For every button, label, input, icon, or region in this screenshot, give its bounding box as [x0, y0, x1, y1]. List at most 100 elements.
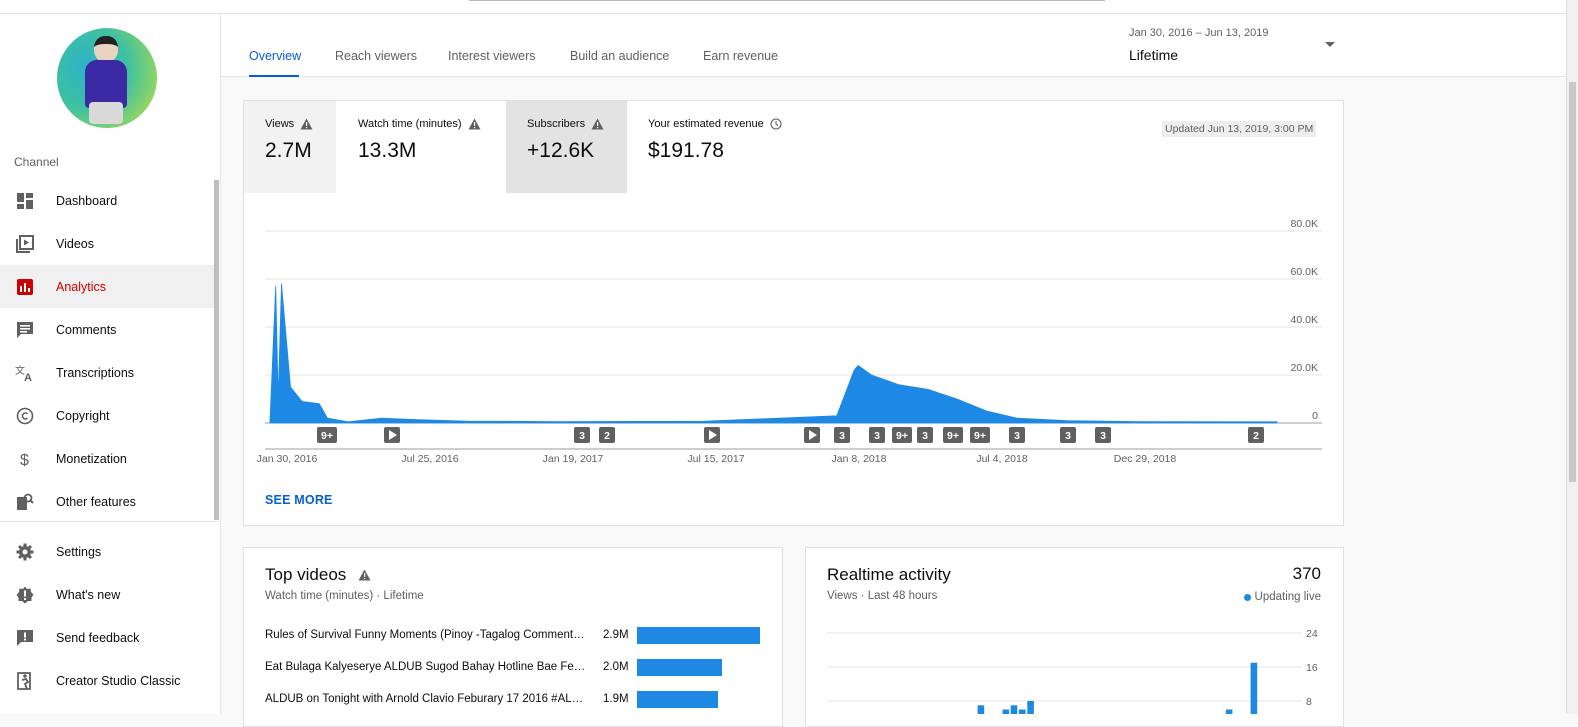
- sidebar-item-label: Dashboard: [56, 194, 117, 208]
- metric-value: 13.3M: [358, 139, 416, 163]
- x-tick-label: Jul 25, 2016: [401, 453, 458, 465]
- metric-views[interactable]: Views 2.7M: [244, 101, 336, 193]
- realtime-count: 370: [1293, 564, 1321, 584]
- realtime-bar: [978, 705, 985, 714]
- y-tick-label: 16: [1306, 662, 1318, 674]
- tab-interest-viewers[interactable]: Interest viewers: [448, 49, 536, 63]
- dollar-icon: $: [15, 449, 35, 469]
- tab-reach-viewers[interactable]: Reach viewers: [335, 49, 417, 63]
- date-range: Jan 30, 2016 – Jun 13, 2019: [1129, 27, 1268, 39]
- realtime-bar: [1011, 705, 1018, 714]
- sidebar-item-other-features[interactable]: Other features: [0, 480, 214, 523]
- sidebar-item-whats-new[interactable]: What's new: [0, 573, 214, 616]
- metric-label: Subscribers: [527, 118, 585, 130]
- annotation-marker: 3: [574, 427, 590, 443]
- video-watch-time: 1.9M: [603, 693, 629, 705]
- sidebar-item-label: Monetization: [56, 452, 127, 466]
- metric-value: $191.78: [648, 139, 724, 163]
- analytics-icon: [15, 277, 35, 297]
- channel-avatar[interactable]: [57, 28, 157, 128]
- metric-value: +12.6K: [527, 139, 594, 163]
- annotation-label: 9+: [947, 430, 959, 442]
- sidebar-item-videos[interactable]: Videos: [0, 222, 214, 265]
- y-tick-label: 24: [1306, 628, 1318, 640]
- sidebar-item-dashboard[interactable]: Dashboard: [0, 179, 214, 222]
- sidebar-item-label: Send feedback: [56, 631, 139, 645]
- sidebar-item-copyright[interactable]: Copyright: [0, 394, 214, 437]
- metric-label: Your estimated revenue: [648, 118, 764, 130]
- dashboard-icon: [15, 191, 35, 211]
- video-title[interactable]: Rules of Survival Funny Moments (Pinoy -…: [265, 629, 590, 641]
- x-tick-label: Dec 29, 2018: [1114, 453, 1177, 465]
- overview-card: Views 2.7M Watch time (minutes) 13.3M Su…: [243, 100, 1344, 526]
- annotation-label: 3: [1014, 430, 1020, 442]
- x-tick-label: Jul 15, 2017: [687, 453, 744, 465]
- card-subtitle: Views · Last 48 hours: [827, 590, 937, 602]
- sidebar-item-label: Videos: [56, 237, 94, 251]
- metric-watch-time[interactable]: Watch time (minutes) 13.3M: [337, 101, 505, 193]
- sidebar-item-analytics[interactable]: Analytics: [0, 265, 214, 308]
- annotation-marker: 2: [1248, 427, 1264, 443]
- sidebar: Channel Dashboard Videos Analytics Comme…: [0, 14, 221, 714]
- tab-earn-revenue[interactable]: Earn revenue: [703, 49, 778, 63]
- sidebar-item-comments[interactable]: Comments: [0, 308, 214, 351]
- channel-label: Channel: [14, 155, 59, 169]
- whats-new-icon: [15, 585, 35, 605]
- y-tick-label: 20.0K: [1291, 362, 1318, 374]
- sidebar-divider: [0, 521, 220, 522]
- annotation-marker: 3: [1060, 427, 1076, 443]
- sidebar-item-label: Other features: [56, 495, 136, 509]
- annotation-marker: [704, 427, 720, 443]
- metric-subscribers[interactable]: Subscribers +12.6K: [506, 101, 627, 193]
- video-title[interactable]: ALDUB on Tonight with Arnold Clavio Febu…: [265, 693, 590, 705]
- page-scrollbar[interactable]: [1566, 0, 1578, 714]
- annotation-marker: 3: [834, 427, 850, 443]
- tab-overview[interactable]: Overview: [249, 49, 301, 63]
- live-status: Updating live: [1244, 591, 1321, 603]
- see-more-link[interactable]: SEE MORE: [265, 493, 333, 507]
- search-bar[interactable]: [469, 0, 1105, 1]
- feedback-icon: [15, 628, 35, 648]
- video-title[interactable]: Eat Bulaga Kalyeserye ALDUB Sugod Bahay …: [265, 661, 590, 673]
- top-video-row[interactable]: Rules of Survival Funny Moments (Pinoy -…: [265, 627, 765, 647]
- realtime-bar: [1027, 701, 1034, 714]
- annotation-label: 3: [1065, 430, 1071, 442]
- sidebar-item-send-feedback[interactable]: Send feedback: [0, 616, 214, 659]
- sidebar-item-label: Transcriptions: [56, 366, 134, 380]
- annotation-label: 3: [579, 430, 585, 442]
- tab-build-an-audience[interactable]: Build an audience: [570, 49, 669, 63]
- sidebar-item-label: Comments: [56, 323, 116, 337]
- y-tick-label: 8: [1306, 696, 1312, 708]
- top-bar: [0, 0, 1566, 14]
- top-video-row[interactable]: Eat Bulaga Kalyeserye ALDUB Sugod Bahay …: [265, 659, 765, 679]
- sidebar-item-creator-studio-classic[interactable]: Creator Studio Classic: [0, 659, 214, 702]
- annotation-marker: 9+: [892, 427, 912, 443]
- realtime-bar: [1003, 710, 1010, 715]
- realtime-bar: [1251, 663, 1258, 714]
- sidebar-scrollbar[interactable]: [214, 180, 219, 520]
- metric-estimated-revenue[interactable]: Your estimated revenue $191.78: [627, 101, 807, 193]
- metric-label: Views: [265, 118, 294, 130]
- annotation-marker: 3: [1009, 427, 1025, 443]
- exit-icon: [15, 671, 35, 691]
- annotation-label: 2: [604, 430, 610, 442]
- video-bar: [637, 627, 760, 644]
- annotation-label: 9+: [974, 430, 986, 442]
- card-title: Realtime activity: [827, 565, 951, 585]
- chevron-down-icon: [1325, 42, 1335, 47]
- sidebar-item-settings[interactable]: Settings: [0, 530, 214, 573]
- metric-label: Watch time (minutes): [358, 118, 462, 130]
- copyright-icon: [15, 406, 35, 426]
- sidebar-item-monetization[interactable]: $ Monetization: [0, 437, 214, 480]
- period-select: Lifetime: [1129, 47, 1178, 63]
- sidebar-item-label: What's new: [56, 588, 120, 602]
- metric-value: 2.7M: [265, 139, 312, 163]
- scrollbar-thumb[interactable]: [1569, 82, 1576, 482]
- annotation-marker: 9+: [970, 427, 990, 443]
- live-label: Updating live: [1255, 591, 1321, 603]
- realtime-chart: 24 16 8: [806, 624, 1343, 714]
- sidebar-item-transcriptions[interactable]: 文A Transcriptions: [0, 351, 214, 394]
- y-tick-label: 40.0K: [1291, 314, 1318, 326]
- views-area: [270, 284, 1277, 423]
- top-video-row[interactable]: ALDUB on Tonight with Arnold Clavio Febu…: [265, 691, 765, 711]
